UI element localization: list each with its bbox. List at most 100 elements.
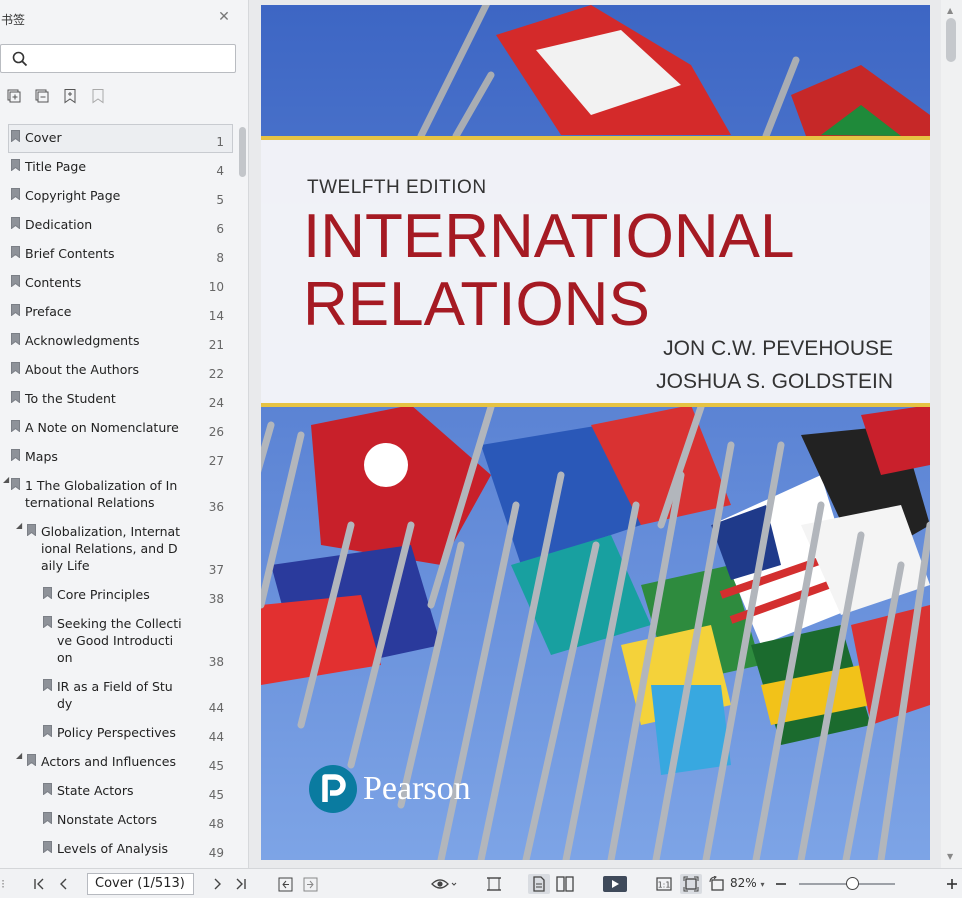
bookmark-label: IR as a Field of Stu — [57, 679, 173, 694]
bookmark-icon — [11, 159, 20, 171]
bookmark-icon — [11, 478, 20, 490]
bookmark-item[interactable]: Cover 1 — [0, 124, 236, 153]
bookmark-page-number: 22 — [208, 367, 224, 381]
bookmark-label: Levels of Analysis — [57, 841, 169, 856]
bottom-toolbar: ⁝ Cover (1/513) 1:1 82% ▾ — [0, 868, 962, 898]
edition-label: TWELFTH EDITION — [307, 177, 487, 198]
actual-size-icon[interactable]: 1:1 — [655, 874, 673, 894]
svg-text:1:1: 1:1 — [658, 881, 671, 890]
zoom-in-icon[interactable] — [944, 874, 960, 894]
bookmark-item[interactable]: Maps 27 — [0, 443, 236, 472]
add-bookmark-icon[interactable] — [62, 88, 78, 104]
bookmark-item[interactable]: ◢ 1 The Globalization of In ternational Re… — [0, 472, 236, 518]
bookmark-page-number: 27 — [208, 454, 224, 468]
bookmark-item[interactable]: About the Authors 22 — [0, 356, 236, 385]
bookmark-label: ve Good Introducti — [57, 633, 174, 648]
next-page-icon[interactable] — [209, 874, 225, 894]
bookmark-icon — [11, 420, 20, 432]
book-title-line2: RELATIONS — [303, 270, 650, 339]
back-icon[interactable] — [277, 874, 293, 894]
bookmark-page-number: 38 — [208, 655, 224, 669]
bookmark-icon — [11, 333, 20, 345]
bookmark-label: Nonstate Actors — [57, 812, 157, 827]
bookmark-item[interactable]: A Note on Nomenclature 26 — [0, 414, 236, 443]
collapse-all-icon[interactable] — [34, 88, 50, 104]
scrollbar-thumb[interactable] — [239, 127, 246, 177]
bookmark-page-number: 5 — [216, 193, 224, 207]
bookmark-list: Cover 1 Title Page 4 Copyright Page 5 Dedicati… — [0, 122, 236, 868]
bookmark-item[interactable]: Dedication 6 — [0, 211, 236, 240]
search-icon — [12, 51, 28, 67]
bookmark-item[interactable]: Preface 14 — [0, 298, 236, 327]
title-band: TWELFTH EDITION INTERNATIONAL RELATIONS … — [261, 136, 930, 407]
bookmark-item[interactable]: Contents 10 — [0, 269, 236, 298]
scroll-up-icon[interactable]: ▲ — [947, 6, 953, 15]
bookmark-item[interactable]: Nonstate Actors 48 — [0, 806, 236, 835]
expand-toggle-icon[interactable]: ◢ — [16, 521, 26, 530]
bookmark-search-box[interactable] — [0, 44, 236, 73]
bookmark-icon — [11, 188, 20, 200]
bookmark-label: Title Page — [25, 159, 87, 174]
fit-page-icon[interactable] — [680, 874, 702, 894]
close-icon[interactable]: ✕ — [217, 10, 231, 24]
rotate-icon[interactable] — [708, 874, 726, 894]
bookmark-icon — [11, 362, 20, 374]
page-number-field[interactable]: Cover (1/513) — [87, 873, 194, 895]
prev-page-icon[interactable] — [56, 874, 72, 894]
bookmark-search-input[interactable] — [33, 50, 229, 68]
eye-icon[interactable] — [430, 874, 458, 894]
bookmark-item[interactable]: To the Student 24 — [0, 385, 236, 414]
bookmark-outline-icon[interactable] — [90, 88, 106, 104]
bookmark-item[interactable]: Core Principles 38 — [0, 581, 236, 610]
document-scrollbar[interactable]: ▲ ▼ — [941, 0, 962, 868]
scroll-down-icon[interactable]: ▼ — [947, 852, 953, 861]
bookmark-item[interactable]: Acknowledgments 21 — [0, 327, 236, 356]
chevron-down-icon: ▾ — [760, 880, 765, 889]
fit-width-icon[interactable] — [485, 874, 503, 894]
bookmark-icon — [11, 275, 20, 287]
bookmark-icon — [43, 587, 52, 599]
bookmark-item[interactable]: Levels of Analysis 49 — [0, 835, 236, 864]
bookmark-item[interactable]: Policy Perspectives 44 — [0, 719, 236, 748]
last-page-icon[interactable] — [232, 874, 248, 894]
forward-icon[interactable] — [302, 874, 318, 894]
bookmark-page-number: 6 — [216, 222, 224, 236]
bookmark-label: 1 The Globalization of In — [25, 478, 178, 493]
bookmark-page-number: 4 — [216, 164, 224, 178]
bookmark-item[interactable]: Seeking the Collecti ve Good Introducti on… — [0, 610, 236, 673]
bookmark-icon — [11, 304, 20, 316]
bookmark-icon — [27, 524, 36, 536]
scrollbar-thumb[interactable] — [946, 18, 956, 62]
bookmark-label: Cover — [25, 130, 62, 145]
zoom-level-dropdown[interactable]: 82% ▾ — [730, 876, 765, 890]
author-name-2: JOSHUA S. GOLDSTEIN — [656, 370, 893, 393]
bookmark-icon — [43, 616, 52, 628]
bookmark-page-number: 45 — [208, 788, 224, 802]
expand-toggle-icon[interactable]: ◢ — [16, 751, 26, 760]
two-page-icon[interactable] — [555, 874, 575, 894]
single-page-icon[interactable] — [528, 874, 550, 894]
pearson-logo-icon — [309, 765, 357, 813]
bookmark-scrollbar[interactable] — [238, 122, 248, 868]
bookmark-label: Maps — [25, 449, 58, 464]
panel-toggle-icon[interactable]: ⁝ — [0, 874, 6, 894]
play-icon[interactable] — [602, 874, 628, 894]
bookmark-page-number: 49 — [208, 846, 224, 860]
bookmark-label: Policy Perspectives — [57, 725, 176, 740]
bookmark-item[interactable]: Title Page 4 — [0, 153, 236, 182]
bookmark-item[interactable]: Copyright Page 5 — [0, 182, 236, 211]
bookmark-label: Acknowledgments — [25, 333, 140, 348]
bookmark-item[interactable]: IR as a Field of Stu dy 44 — [0, 673, 236, 719]
bookmark-item[interactable]: Brief Contents 8 — [0, 240, 236, 269]
zoom-slider-handle[interactable] — [845, 877, 859, 890]
bookmark-item[interactable]: ◢ Globalization, Internat ional Relations,… — [0, 518, 236, 581]
panel-title: 书签 — [1, 13, 26, 27]
first-page-icon[interactable] — [32, 874, 48, 894]
bookmark-item[interactable]: State Actors 45 — [0, 777, 236, 806]
bookmark-label: A Note on Nomenclature — [25, 420, 179, 435]
bookmark-page-number: 10 — [208, 280, 224, 294]
zoom-out-icon[interactable] — [773, 874, 789, 894]
bookmark-item[interactable]: ◢ Actors and Influences 45 — [0, 748, 236, 777]
expand-all-icon[interactable] — [6, 88, 22, 104]
flags-photo — [261, 5, 930, 860]
